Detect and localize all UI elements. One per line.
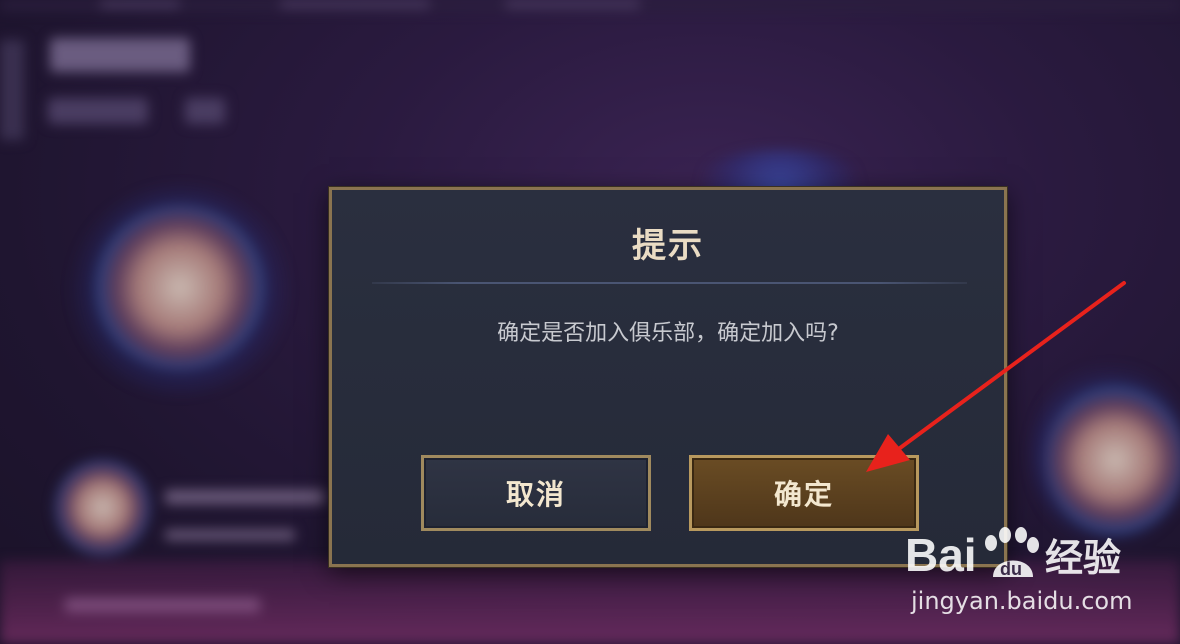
baidu-watermark: Bai du 经验 jingyan.baidu.com [905, 525, 1170, 635]
svg-text:du: du [1000, 559, 1022, 579]
svg-text:经验: 经验 [1045, 536, 1121, 580]
baidu-logo-icon: Bai du 经验 [905, 527, 1121, 581]
svg-text:Bai: Bai [905, 529, 977, 581]
watermark-url: jingyan.baidu.com [911, 587, 1133, 615]
